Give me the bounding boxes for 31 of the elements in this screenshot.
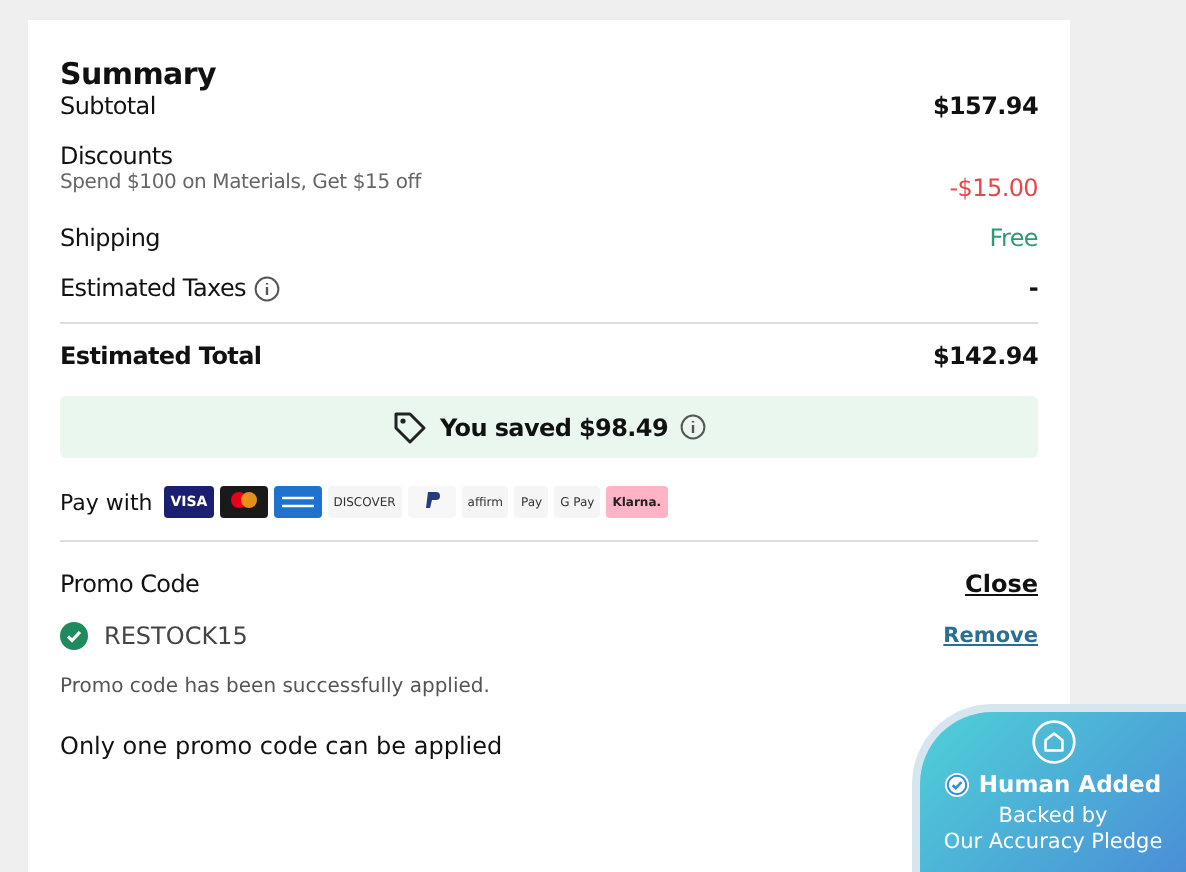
row-label: Discounts [60,142,173,170]
row-label: Estimated Taxes [60,274,247,302]
pay-with-label: Pay with [60,489,153,515]
close-link[interactable]: Close [965,570,1038,598]
summary-title: Summary [60,56,218,92]
badge-title: Human Added [978,770,1162,798]
total-label: Estimated Total [60,342,262,370]
total-value: $142.94 [932,342,1038,370]
row-value: $157.94 [932,92,1038,120]
mastercard-logo-icon [219,486,268,518]
promo-title: Promo Code [60,570,200,598]
discount-note: Spend $100 on Materials, Get $15 off [60,172,421,194]
house-icon [1031,720,1075,764]
info-icon[interactable] [680,414,707,440]
info-icon[interactable] [254,275,281,301]
promo-code: RESTOCK15 [104,622,248,650]
card-logo-icon [273,486,322,518]
row-label: Subtotal [60,92,156,120]
row-value: Free [989,224,1038,252]
savings-text: You saved $98.49 [439,413,669,441]
tag-icon [391,409,428,445]
remove-link[interactable]: Remove [943,624,1038,648]
badge-subtitle: Backed by [998,804,1108,830]
row-value: - [1028,274,1038,302]
row-value: -$15.00 [949,174,1038,202]
verified-icon [944,771,971,797]
promo-message: Promo code has been successfully applied. [60,676,492,698]
paypal-logo-icon [407,486,456,518]
badge-subtitle: Our Accuracy Pledge [943,830,1163,856]
promo-limit-note: Only one promo code can be applied [60,732,503,760]
row-label: Shipping [60,224,160,252]
